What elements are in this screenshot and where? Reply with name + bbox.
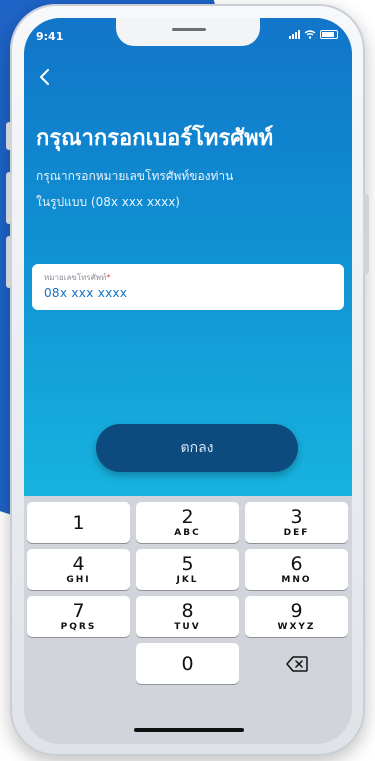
key-9[interactable]: 9 WXYZ xyxy=(245,596,348,637)
notch xyxy=(116,18,260,46)
home-indicator[interactable] xyxy=(134,728,244,732)
key-6-digit: 6 xyxy=(290,553,303,575)
required-mark: * xyxy=(106,273,111,282)
key-7-letters: PQRS xyxy=(60,622,97,632)
volume-up-button xyxy=(6,172,12,224)
key-1[interactable]: 1 xyxy=(27,502,130,543)
page-title: กรุณากรอกเบอร์โทรศัพท์ xyxy=(36,126,274,151)
key-9-digit: 9 xyxy=(290,600,303,622)
chevron-left-icon xyxy=(40,69,49,85)
key-8[interactable]: 8 TUV xyxy=(136,596,239,637)
key-3-letters: DEF xyxy=(283,528,310,538)
key-0[interactable]: 0 xyxy=(136,643,239,684)
key-4[interactable]: 4 GHI xyxy=(27,549,130,590)
wifi-icon xyxy=(304,30,316,39)
key-6[interactable]: 6 MNO xyxy=(245,549,348,590)
key-5[interactable]: 5 JKL xyxy=(136,549,239,590)
volume-down-button xyxy=(6,236,12,288)
key-0-digit: 0 xyxy=(181,653,194,675)
phone-number-label: หมายเลขโทรศัพท์* xyxy=(44,271,110,284)
backspace-icon xyxy=(285,655,308,672)
key-7-digit: 7 xyxy=(72,600,85,622)
mute-switch xyxy=(6,122,12,150)
subtitle-line-2: ในรูปแบบ (08x xxx xxxx) xyxy=(36,195,180,209)
key-4-letters: GHI xyxy=(66,575,91,585)
key-5-digit: 5 xyxy=(181,553,194,575)
page-subtitle: กรุณากรอกหมายเลขโทรศัพท์ของท่าน ในรูปแบบ… xyxy=(36,163,336,215)
key-9-letters: WXYZ xyxy=(277,622,316,632)
confirm-button[interactable]: ตกลง xyxy=(96,424,298,472)
numeric-keypad: 1 2 ABC 3 DEF 4 GHI 5 JKL 6 MNO 7 PQRS 8… xyxy=(24,496,352,744)
status-time: 9:41 xyxy=(36,30,64,43)
key-2[interactable]: 2 ABC xyxy=(136,502,239,543)
power-button xyxy=(363,194,369,274)
battery-icon xyxy=(320,30,338,39)
key-2-letters: ABC xyxy=(174,528,201,538)
key-4-digit: 4 xyxy=(72,553,85,575)
key-8-letters: TUV xyxy=(174,622,201,632)
status-icons xyxy=(289,30,338,39)
key-2-digit: 2 xyxy=(181,506,194,528)
key-7[interactable]: 7 PQRS xyxy=(27,596,130,637)
phone-number-value: 08x xxx xxxx xyxy=(44,286,128,300)
phone-screen: 9:41 กรุณากรอกเบอร์โทรศัพท์ กรุณากรอกหมา… xyxy=(24,18,352,744)
speaker xyxy=(172,28,206,31)
key-3-digit: 3 xyxy=(290,506,303,528)
key-8-digit: 8 xyxy=(181,600,194,622)
phone-number-label-text: หมายเลขโทรศัพท์ xyxy=(44,273,107,282)
key-1-digit: 1 xyxy=(72,512,85,534)
key-3[interactable]: 3 DEF xyxy=(245,502,348,543)
signal-icon xyxy=(289,30,300,39)
key-6-letters: MNO xyxy=(281,575,312,585)
back-button[interactable] xyxy=(36,65,56,89)
key-5-letters: JKL xyxy=(176,575,199,585)
phone-number-field[interactable]: หมายเลขโทรศัพท์* 08x xxx xxxx xyxy=(32,264,344,310)
delete-key[interactable] xyxy=(245,643,348,684)
subtitle-line-1: กรุณากรอกหมายเลขโทรศัพท์ของท่าน xyxy=(36,169,234,183)
